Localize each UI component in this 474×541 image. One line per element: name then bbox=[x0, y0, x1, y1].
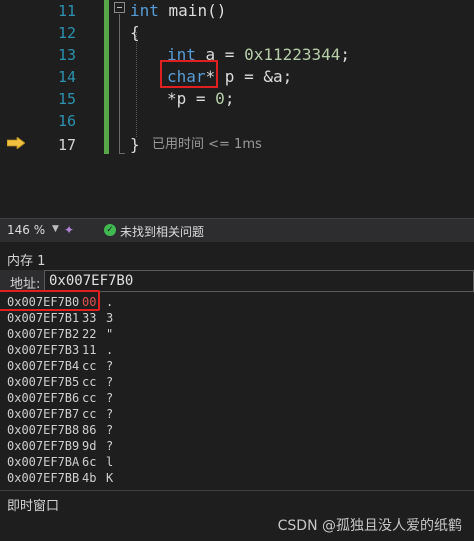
watermark: CSDN @孤独且没人爱的纸鹤 bbox=[277, 518, 462, 534]
line-number-16: 16 bbox=[57, 112, 76, 130]
number-literal: 0x11223344 bbox=[244, 45, 341, 64]
collapse-icon[interactable] bbox=[114, 2, 125, 13]
fold-guide bbox=[119, 14, 120, 154]
code-line-17[interactable]: } bbox=[130, 134, 140, 156]
code-text: ; bbox=[340, 45, 351, 64]
code-line-12[interactable]: { bbox=[130, 22, 140, 44]
line-number-11: 11 bbox=[57, 2, 76, 20]
memory-char: . bbox=[106, 343, 114, 357]
memory-byte[interactable]: 86 bbox=[82, 422, 96, 438]
memory-char: ? bbox=[106, 407, 114, 421]
memory-address: 0x007EF7BB bbox=[7, 471, 80, 482]
open-brace: { bbox=[130, 23, 140, 42]
memory-char: l bbox=[106, 455, 114, 469]
memory-char: ? bbox=[106, 391, 114, 405]
memory-address: 0x007EF7B9 bbox=[7, 439, 80, 453]
close-brace: } bbox=[130, 135, 140, 154]
annotation-highlight-box bbox=[160, 60, 218, 88]
memory-byte[interactable]: 4b bbox=[82, 470, 96, 482]
number-literal: 0 bbox=[215, 89, 225, 108]
change-tracking-bar bbox=[104, 0, 109, 154]
address-bar: 地址: bbox=[0, 270, 474, 292]
memory-char: ? bbox=[106, 359, 114, 373]
memory-char: " bbox=[106, 327, 114, 341]
code-text: * p = &a; bbox=[205, 67, 293, 86]
code-editor[interactable]: 11 12 13 14 15 16 17 int main() { int a … bbox=[0, 0, 474, 218]
code-text: main() bbox=[158, 1, 227, 20]
breakpoint-margin[interactable] bbox=[0, 0, 30, 218]
code-line-15[interactable]: *p = 0; bbox=[167, 88, 234, 110]
memory-byte[interactable]: cc bbox=[82, 406, 96, 422]
memory-byte[interactable]: 9d bbox=[82, 438, 96, 454]
memory-char: 3 bbox=[106, 311, 114, 325]
line-number-12: 12 bbox=[57, 24, 76, 42]
annotation-highlight-box bbox=[0, 290, 100, 311]
memory-char: K bbox=[106, 471, 114, 482]
line-number-14: 14 bbox=[57, 68, 76, 86]
memory-byte[interactable]: cc bbox=[82, 374, 96, 390]
chevron-down-icon[interactable]: ▼ bbox=[52, 224, 59, 234]
immediate-window-title[interactable]: 即时窗口 bbox=[7, 495, 59, 514]
memory-char: . bbox=[106, 295, 114, 309]
memory-byte[interactable]: cc bbox=[82, 358, 96, 374]
line-number-17: 17 bbox=[57, 136, 76, 154]
memory-char: ? bbox=[106, 375, 114, 389]
memory-address: 0x007EF7B1 bbox=[7, 311, 80, 325]
issues-status[interactable]: 未找到相关问题 bbox=[120, 223, 204, 240]
memory-byte[interactable]: 33 bbox=[82, 310, 96, 326]
memory-address: 0x007EF7B4 bbox=[7, 359, 80, 373]
memory-byte[interactable]: 11 bbox=[82, 342, 96, 358]
memory-address: 0x007EF7BA bbox=[7, 455, 80, 469]
memory-char: ? bbox=[106, 423, 114, 437]
memory-address: 0x007EF7B2 bbox=[7, 327, 80, 341]
line-number-15: 15 bbox=[57, 90, 76, 108]
zoom-level[interactable]: 146 % bbox=[7, 223, 45, 237]
editor-status-bar: 146 % ▼ ✦ ✓ 未找到相关问题 bbox=[0, 218, 474, 242]
line-number-13: 13 bbox=[57, 46, 76, 64]
memory-window-title[interactable]: 内存 1 bbox=[7, 250, 45, 269]
memory-window: 内存 1 地址: 0x007EF7B000. 0x007EF7B1333 0x0… bbox=[0, 242, 474, 490]
memory-address: 0x007EF7B8 bbox=[7, 423, 80, 437]
memory-address: 0x007EF7B6 bbox=[7, 391, 80, 405]
keyword-int: int bbox=[130, 1, 159, 20]
intellicode-icon[interactable]: ✦ bbox=[64, 223, 74, 237]
memory-char: ? bbox=[106, 439, 114, 453]
check-icon: ✓ bbox=[104, 224, 116, 236]
indent-guide bbox=[136, 32, 137, 137]
code-line-11[interactable]: int main() bbox=[130, 0, 226, 22]
memory-byte[interactable]: 6c bbox=[82, 454, 96, 470]
memory-address: 0x007EF7B5 bbox=[7, 375, 80, 389]
current-statement-arrow-icon bbox=[7, 137, 25, 149]
memory-byte[interactable]: cc bbox=[82, 390, 96, 406]
memory-address: 0x007EF7B3 bbox=[7, 343, 80, 357]
memory-address: 0x007EF7B7 bbox=[7, 407, 80, 421]
address-input[interactable] bbox=[44, 270, 474, 292]
elapsed-time-hint: 已用时间 <= 1ms bbox=[152, 137, 262, 152]
code-text: ; bbox=[224, 89, 235, 108]
immediate-window[interactable]: 即时窗口 CSDN @孤独且没人爱的纸鹤 bbox=[0, 490, 474, 541]
memory-byte[interactable]: 22 bbox=[82, 326, 96, 342]
code-text: *p = bbox=[167, 89, 216, 108]
fold-guide-end bbox=[119, 153, 125, 154]
memory-rows[interactable]: 0x007EF7B0 00. 0x007EF7B1 33 3 0x007EF7B2 22… bbox=[0, 292, 474, 482]
